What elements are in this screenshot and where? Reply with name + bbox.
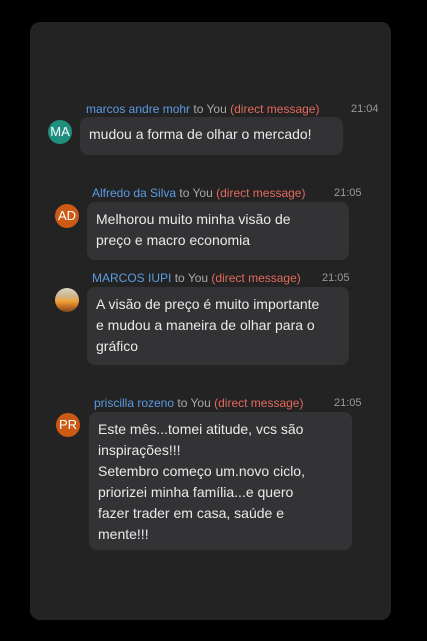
message-header: priscilla rozeno to You (direct message)	[94, 396, 303, 410]
direct-message-label: (direct message)	[211, 271, 301, 285]
message-bubble: mudou a forma de olhar o mercado!	[80, 117, 343, 155]
message-bubble: Melhorou muito minha visão de preço e ma…	[87, 202, 349, 260]
message-header: marcos andre mohr to You (direct message…	[86, 102, 319, 116]
message-header: MARCOS IUPI to You (direct message)	[92, 271, 301, 285]
timestamp: 21:05	[334, 187, 362, 199]
recipient-label: to You	[174, 271, 209, 285]
avatar[interactable]: PR	[56, 413, 80, 437]
sender-name[interactable]: marcos andre mohr	[86, 102, 190, 116]
recipient-label: to You	[193, 102, 227, 116]
message-bubble: A visão de preço é muito importante e mu…	[87, 287, 349, 365]
recipient-label: to You	[177, 396, 211, 410]
avatar[interactable]: AD	[55, 204, 79, 228]
message-header: Alfredo da Silva to You (direct message)	[92, 186, 305, 200]
avatar[interactable]: MA	[48, 120, 72, 144]
message-bubble: Este mês...tomei atitude, vcs são inspir…	[89, 412, 352, 550]
sender-name[interactable]: Alfredo da Silva	[92, 186, 176, 200]
direct-message-label: (direct message)	[214, 396, 304, 410]
timestamp: 21:04	[351, 103, 379, 115]
sender-name[interactable]: MARCOS IUPI	[92, 271, 171, 285]
avatar-photo-icon[interactable]	[55, 288, 79, 312]
timestamp: 21:05	[334, 397, 362, 409]
timestamp: 21:05	[322, 272, 350, 284]
recipient-label: to You	[179, 186, 213, 200]
direct-message-label: (direct message)	[230, 102, 320, 116]
direct-message-label: (direct message)	[216, 186, 306, 200]
sender-name[interactable]: priscilla rozeno	[94, 396, 174, 410]
